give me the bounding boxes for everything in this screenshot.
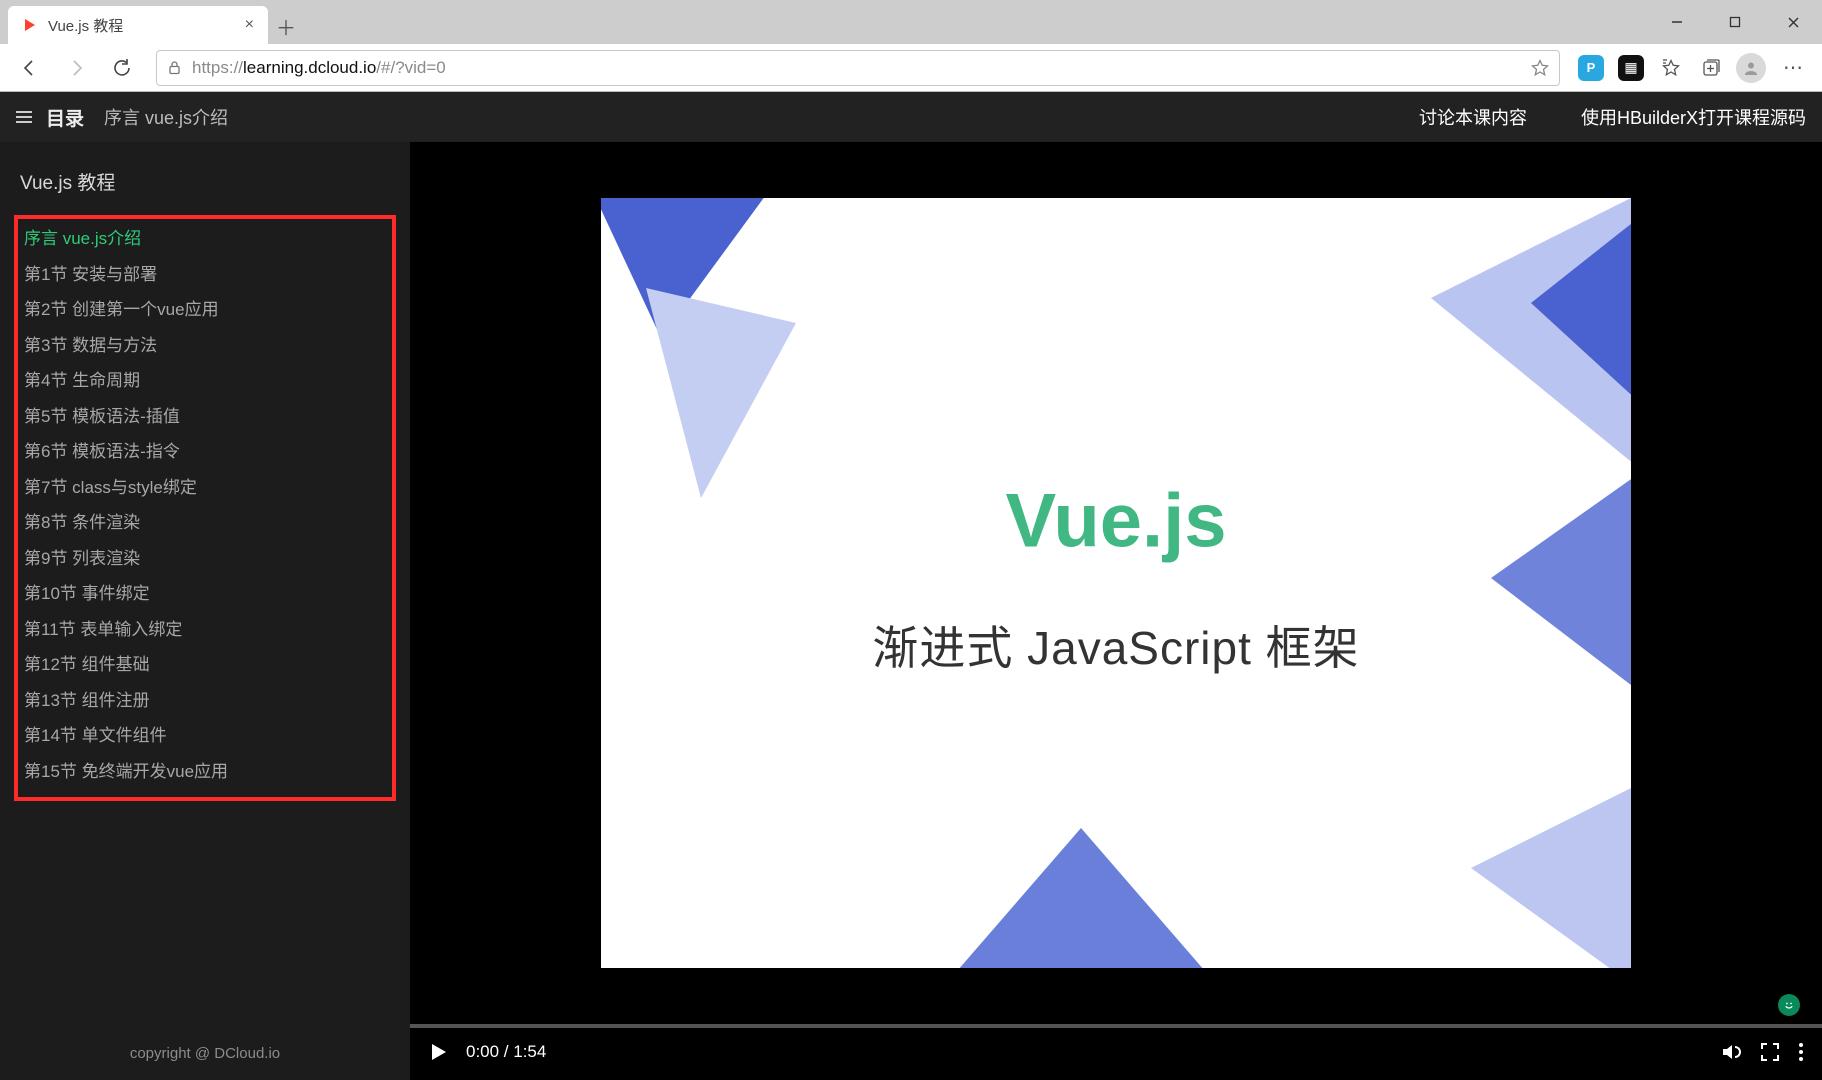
browser-chrome: Vue.js 教程 × ＋ https://learning.dcloud.io…	[0, 0, 1822, 92]
open-source-link[interactable]: 使用HBuilderX打开课程源码	[1581, 104, 1806, 130]
lesson-item[interactable]: 第6节 模板语法-指令	[18, 434, 392, 470]
page: 目录 序言 vue.js介绍 讨论本课内容 使用HBuilderX打开课程源码 …	[0, 92, 1822, 1080]
forward-button[interactable]	[56, 48, 96, 88]
lesson-item[interactable]: 第2节 创建第一个vue应用	[18, 292, 392, 328]
lesson-item[interactable]: 第3节 数据与方法	[18, 328, 392, 364]
browser-tab[interactable]: Vue.js 教程 ×	[8, 6, 268, 44]
fullscreen-button[interactable]	[1760, 1042, 1780, 1062]
url-field[interactable]: https://learning.dcloud.io/#/?vid=0	[156, 50, 1560, 86]
breadcrumb: 序言 vue.js介绍	[104, 104, 228, 130]
time-display: 0:00 / 1:54	[466, 1042, 546, 1062]
browser-menu-button[interactable]: ⋯	[1774, 55, 1812, 80]
page-header: 目录 序言 vue.js介绍 讨论本课内容 使用HBuilderX打开课程源码	[0, 92, 1822, 142]
tab-bar: Vue.js 教程 × ＋	[0, 0, 1822, 44]
lesson-item[interactable]: 第10节 事件绑定	[18, 576, 392, 612]
favorite-icon[interactable]	[1531, 59, 1549, 77]
lesson-item[interactable]: 第5节 模板语法-插值	[18, 399, 392, 435]
lesson-item[interactable]: 第9节 列表渲染	[18, 541, 392, 577]
slide-title: Vue.js	[1005, 478, 1226, 565]
copyright: copyright @ DCloud.io	[14, 1027, 396, 1072]
maximize-button[interactable]	[1706, 0, 1764, 44]
tab-close-icon[interactable]: ×	[245, 16, 254, 34]
favorites-button[interactable]	[1654, 51, 1688, 85]
toc-label[interactable]: 目录	[46, 104, 84, 131]
tab-favicon	[22, 17, 38, 33]
sidebar-title: Vue.js 教程	[20, 168, 396, 195]
video-area: Vue.js 渐进式 JavaScript 框架 0:00 / 1:54	[410, 142, 1822, 1080]
lesson-item[interactable]: 第15节 免终端开发vue应用	[18, 754, 392, 790]
lesson-item[interactable]: 第8节 条件渲染	[18, 505, 392, 541]
lesson-item[interactable]: 第1节 安装与部署	[18, 257, 392, 293]
minimize-button[interactable]	[1648, 0, 1706, 44]
address-bar: https://learning.dcloud.io/#/?vid=0 P ▦ …	[0, 44, 1822, 92]
discuss-link[interactable]: 讨论本课内容	[1419, 104, 1527, 130]
slide: Vue.js 渐进式 JavaScript 框架	[601, 198, 1631, 968]
volume-button[interactable]	[1720, 1041, 1742, 1063]
window-controls	[1648, 0, 1822, 44]
profile-avatar[interactable]	[1734, 51, 1768, 85]
slide-subtitle: 渐进式 JavaScript 框架	[872, 612, 1359, 678]
lesson-item[interactable]: 第7节 class与style绑定	[18, 470, 392, 506]
lesson-list-highlight: 序言 vue.js介绍第1节 安装与部署第2节 创建第一个vue应用第3节 数据…	[14, 215, 396, 801]
sidebar: Vue.js 教程 序言 vue.js介绍第1节 安装与部署第2节 创建第一个v…	[0, 142, 410, 1080]
lesson-item[interactable]: 第11节 表单输入绑定	[18, 612, 392, 648]
lesson-item[interactable]: 第4节 生命周期	[18, 363, 392, 399]
lesson-item[interactable]: 第14节 单文件组件	[18, 718, 392, 754]
video-controls: 0:00 / 1:54	[410, 1024, 1822, 1080]
tab-title: Vue.js 教程	[48, 15, 123, 36]
play-button[interactable]	[428, 1042, 448, 1062]
video-canvas[interactable]: Vue.js 渐进式 JavaScript 框架	[410, 142, 1822, 1024]
lesson-item[interactable]: 第12节 组件基础	[18, 647, 392, 683]
close-window-button[interactable]	[1764, 0, 1822, 44]
lock-icon	[167, 60, 182, 75]
page-body: Vue.js 教程 序言 vue.js介绍第1节 安装与部署第2节 创建第一个v…	[0, 142, 1822, 1080]
extension-2[interactable]: ▦	[1614, 51, 1648, 85]
refresh-button[interactable]	[102, 48, 142, 88]
progress-bar[interactable]	[410, 1024, 1822, 1028]
url-text: https://learning.dcloud.io/#/?vid=0	[192, 58, 1521, 78]
collections-button[interactable]	[1694, 51, 1728, 85]
lesson-item[interactable]: 第13节 组件注册	[18, 683, 392, 719]
extension-1[interactable]: P	[1574, 51, 1608, 85]
video-badge-icon	[1778, 994, 1800, 1016]
hamburger-icon[interactable]	[16, 110, 32, 124]
new-tab-button[interactable]: ＋	[268, 8, 304, 44]
lesson-item[interactable]: 序言 vue.js介绍	[18, 221, 392, 257]
back-button[interactable]	[10, 48, 50, 88]
more-options-button[interactable]	[1798, 1042, 1804, 1062]
